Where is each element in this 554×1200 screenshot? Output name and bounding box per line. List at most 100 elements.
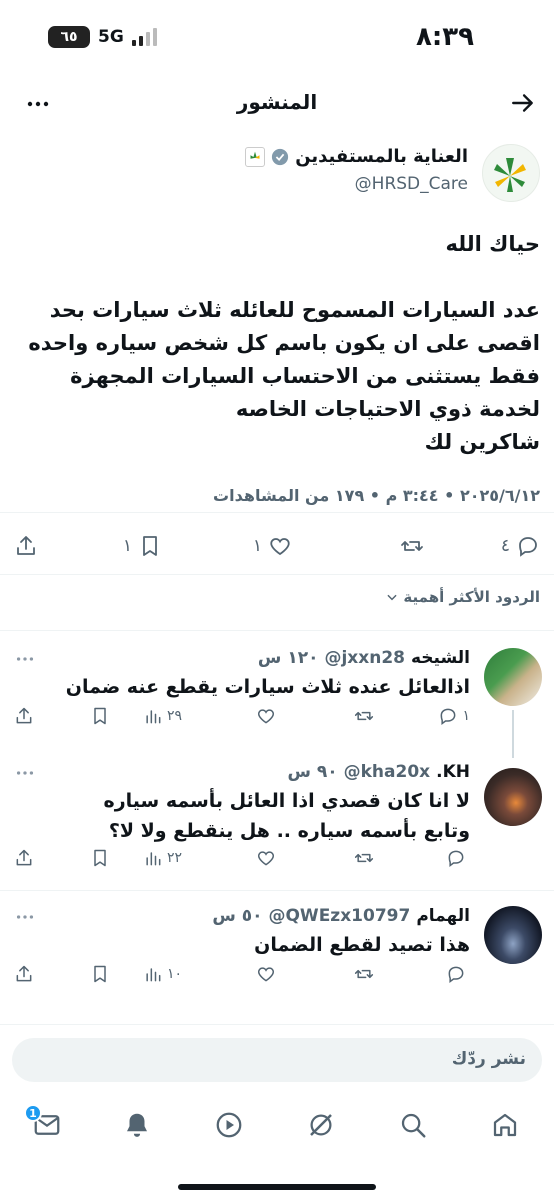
more-icon[interactable] [14,906,36,928]
reply-author-handle[interactable]: @QWEzx10797 [268,906,410,926]
author-handle[interactable]: @HRSD_Care [355,174,468,194]
heart-icon [257,851,275,866]
divider [0,574,554,575]
reply-avatar[interactable] [484,768,542,826]
bookmark-button[interactable]: ١ [123,534,162,558]
heart-icon [257,967,275,982]
reply-item[interactable]: KH. @kha20x ٩٠ س لا انا كان قصدي اذا الع… [0,758,554,884]
thread-connector [512,710,514,758]
bookmark-button[interactable] [90,964,110,984]
share-icon [16,707,32,724]
repost-button[interactable] [354,706,374,726]
share-button[interactable] [14,964,34,984]
bookmark-button[interactable] [90,848,110,868]
reply-icon [441,708,456,725]
reply-time: ٩٠ س [287,762,338,782]
reply-compose-input[interactable]: نشر ردّك [12,1038,542,1082]
repost-icon [401,541,423,551]
repost-icon [354,969,374,979]
reply-button[interactable]: ٤ [501,534,540,558]
reply-action-bar: ٢٢ [0,848,554,878]
views-count: ١٠ [166,966,182,982]
post-meta[interactable]: ٢٠٢٥/٦/١٢ • ٣:٤٤ م • ١٧٩ من المشاهدات [213,486,540,505]
reply-action-bar: ١٠ [0,964,554,994]
tab-search[interactable] [398,1110,428,1140]
tab-notifications[interactable] [122,1110,152,1140]
reply-author-name[interactable]: الهمام [416,906,470,926]
chevron-down-icon [387,594,398,601]
repost-button[interactable] [354,964,374,984]
reply-icon [448,966,464,983]
tab-messages[interactable]: 1 [24,1104,62,1140]
post-action-bar: ٤ ١ ١ [0,526,554,570]
repost-icon [354,711,374,721]
divider [0,512,554,513]
share-icon [16,965,32,982]
share-button[interactable] [14,706,34,726]
status-bar: ٦٥ 5G ٨:٣٩ [0,0,554,76]
heart-icon [270,538,290,556]
reply-author-name[interactable]: الشيخه [411,648,470,668]
post-author[interactable]: العناية بالمستفيدين @HRSD_Care [10,140,540,202]
views-button[interactable]: ٢٩ [143,706,182,726]
reply-text: اذالعائل عنده ثلاث سيارات يقطع عنه ضمان [65,676,470,698]
views-icon [146,852,161,866]
signal-icon [131,28,157,46]
divider [0,630,554,631]
reply-button[interactable]: ١ [438,706,470,726]
tab-grok[interactable] [306,1110,336,1140]
back-arrow-icon[interactable] [510,90,536,116]
reply-button[interactable] [446,964,470,984]
network-type: 5G [98,27,124,47]
author-name: العناية بالمستفيدين [295,146,468,167]
home-icon [493,1113,517,1137]
repost-icon [354,853,374,863]
repost-button[interactable] [400,534,424,558]
reply-author-name[interactable]: KH. [436,762,470,782]
reply-time: ١٢٠ س [257,648,319,668]
bookmark-count: ١ [122,536,132,556]
share-button[interactable] [14,848,34,868]
divider [0,890,554,891]
bookmark-icon [94,707,106,725]
reply-text: هذا تصيد لقطع الضمان [254,934,470,956]
author-avatar[interactable] [482,144,540,202]
like-button[interactable] [256,848,276,868]
reply-avatar[interactable] [484,648,542,706]
reply-author-handle[interactable]: @kha20x [344,762,431,782]
reply-avatar[interactable] [484,906,542,964]
share-button[interactable] [14,534,38,558]
reply-header: الهمام @QWEzx10797 ٥٠ س [212,906,470,926]
post-text: حياك الله عدد السيارات المسموح للعائله ث… [28,232,540,454]
bookmark-button[interactable] [90,706,110,726]
tab-videos[interactable] [214,1110,244,1140]
reply-item[interactable]: الهمام @QWEzx10797 ٥٠ س هذا تصيد لقطع ال… [0,902,554,992]
tab-home[interactable] [490,1110,520,1140]
compose-placeholder: نشر ردّك [451,1049,526,1069]
bottom-tab-bar: 1 [0,1100,554,1160]
share-icon [16,849,32,866]
views-button[interactable]: ٢٢ [143,848,182,868]
like-button[interactable]: ١ [253,534,292,558]
battery-icon: ٦٥ [48,26,90,48]
like-button[interactable] [256,706,276,726]
reply-button[interactable] [446,848,470,868]
more-icon[interactable] [14,648,36,670]
reply-author-handle[interactable]: @jxxn28 [324,648,405,668]
sort-label: الردود الأكثر أهمية [403,588,540,606]
play-icon [216,1112,242,1138]
like-button[interactable] [256,964,276,984]
status-time: ٨:٣٩ [415,22,474,52]
grok-icon [310,1114,332,1136]
views-button[interactable]: ١٠ [143,964,182,984]
reply-icon [448,850,464,867]
views-icon [146,968,161,982]
reply-text: لا انا كان قصدي اذا العائل بأسمه سياره و… [103,790,470,842]
reply-time: ٥٠ س [212,906,263,926]
share-icon [17,536,35,555]
more-icon[interactable] [14,762,36,784]
repost-button[interactable] [354,848,374,868]
reply-sort-dropdown[interactable]: الردود الأكثر أهمية [385,588,540,606]
page-title: المنشور [236,90,318,114]
reply-item[interactable]: الشيخه @jxxn28 ١٢٠ س اذالعائل عنده ثلاث … [0,644,554,744]
